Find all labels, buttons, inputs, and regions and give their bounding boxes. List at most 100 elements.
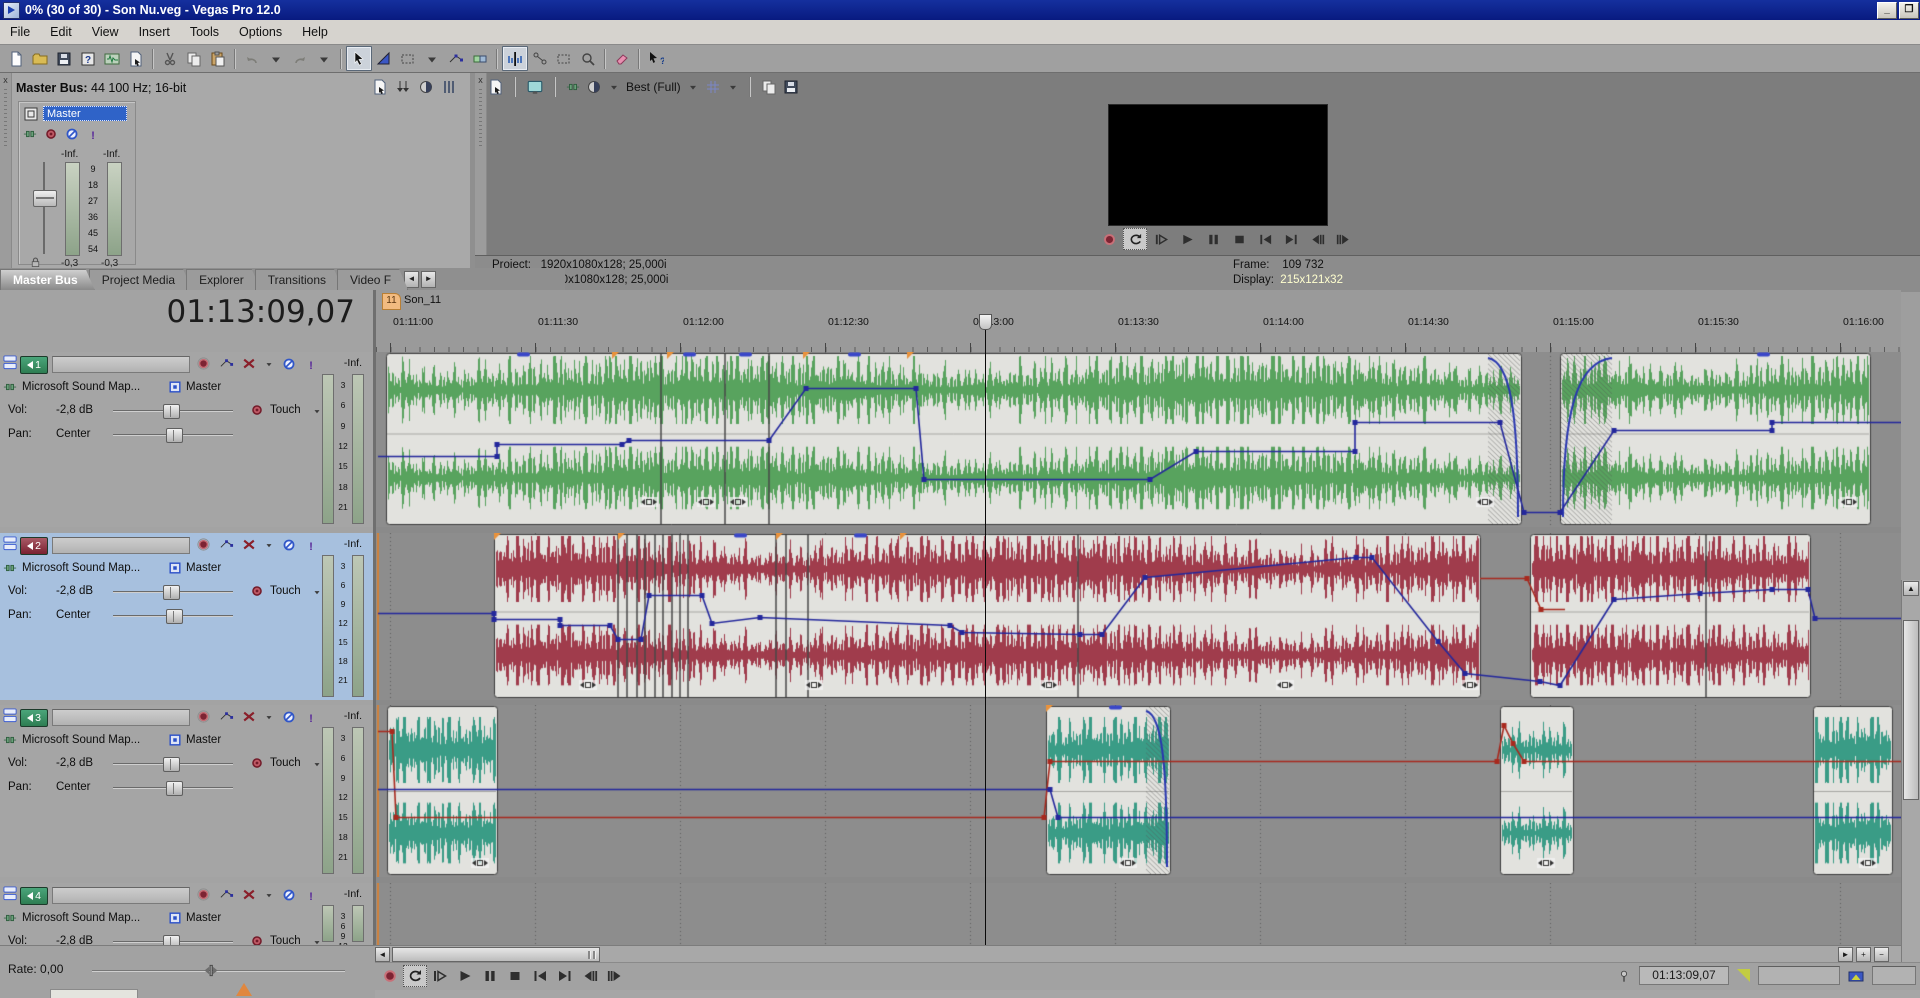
normal-edit-tool-button[interactable] [346, 46, 372, 71]
pan-slider[interactable] [113, 428, 233, 441]
menu-edit[interactable]: Edit [40, 23, 82, 41]
track-device[interactable]: Microsoft Sound Map... [22, 381, 140, 393]
vol-slider[interactable] [113, 935, 233, 945]
track-bus[interactable]: Master [186, 381, 221, 393]
marquee-select-button[interactable] [552, 47, 576, 70]
envelope-edit-tool-button[interactable] [372, 47, 396, 70]
save-project-button[interactable] [52, 47, 76, 70]
go-to-start-button[interactable] [1253, 228, 1277, 250]
horizontal-scrollbar[interactable]: ◄ ► + − [375, 945, 1901, 963]
solo-icon[interactable] [282, 888, 296, 902]
overlay-grid-button[interactable] [705, 79, 721, 95]
pan-value[interactable]: Center [56, 428, 91, 440]
mute-icon[interactable] [242, 357, 256, 371]
record-button[interactable] [378, 965, 402, 987]
vol-value[interactable]: -2,8 dB [56, 757, 93, 769]
track-4-lane[interactable] [376, 883, 1901, 945]
mute-bus-icon[interactable] [65, 127, 79, 141]
automation-mode[interactable]: Touch [270, 757, 301, 769]
cut-button[interactable] [158, 47, 182, 70]
automation-dropdown-icon[interactable] [312, 937, 322, 945]
track-4-header[interactable]: 4 ! -Inf. Microsoft Sound Map... Master … [0, 883, 373, 945]
track-device[interactable]: Microsoft Sound Map... [22, 562, 140, 574]
restore-button[interactable]: ❐ [1899, 2, 1919, 19]
selection-edit-tool-button[interactable] [396, 47, 420, 70]
phase-warning-icon[interactable]: ! [304, 710, 318, 724]
time-ruler[interactable]: 01:11:0001:11:3001:12:0001:12:3001:13:00… [376, 312, 1901, 354]
grid-dropdown[interactable] [727, 81, 739, 93]
vol-value[interactable]: -2,8 dB [56, 585, 93, 597]
mute-icon[interactable] [242, 710, 256, 724]
meter-clip-left[interactable]: -Inf. [61, 149, 78, 160]
downmix-output-button[interactable] [395, 79, 411, 95]
menu-options[interactable]: Options [229, 23, 292, 41]
track-collapse-icon[interactable] [3, 886, 18, 901]
vertical-scrollbar[interactable]: ▲ ▼ + − [1901, 580, 1920, 998]
mute-icon[interactable] [242, 888, 256, 902]
track-number-badge[interactable]: 2 [20, 537, 48, 555]
track-number-badge[interactable]: 1 [20, 356, 48, 374]
previous-frame-button[interactable] [1305, 228, 1329, 250]
tab-transitions[interactable]: Transitions [255, 269, 343, 290]
scroll-right-button[interactable]: ► [1838, 947, 1853, 962]
tab-scroll-left[interactable]: ◄ [404, 271, 419, 288]
import-media-button[interactable] [100, 47, 124, 70]
track-name-field[interactable] [52, 537, 190, 554]
save-snapshot-button[interactable] [783, 79, 799, 95]
rate-shuttle-handle[interactable] [196, 963, 226, 978]
play-from-start-button[interactable] [428, 965, 452, 987]
track-device[interactable]: Microsoft Sound Map... [22, 734, 140, 746]
zoom-in-time-button[interactable]: + [1856, 947, 1871, 962]
record-arm-icon[interactable] [196, 709, 211, 724]
cursor-handle[interactable] [979, 314, 992, 330]
paste-button[interactable] [206, 47, 230, 70]
bus-assign-icon[interactable] [168, 380, 182, 394]
loop-button[interactable] [1123, 228, 1147, 250]
project-properties-button[interactable] [124, 47, 148, 70]
stop-button[interactable] [503, 965, 527, 987]
loop-button[interactable] [403, 965, 427, 987]
record-button[interactable] [1097, 228, 1121, 250]
ignore-grouping-button[interactable] [468, 47, 492, 70]
envelope-icon[interactable] [219, 537, 234, 552]
record-arm-icon[interactable] [196, 887, 211, 902]
solo-icon[interactable] [282, 710, 296, 724]
menu-insert[interactable]: Insert [129, 23, 180, 41]
play-button[interactable] [1175, 228, 1199, 250]
marker-flag[interactable]: 11 [382, 293, 401, 310]
track-bus[interactable]: Master [186, 912, 221, 924]
vertical-scroll-thumb[interactable] [1903, 620, 1919, 800]
record-arm-icon[interactable] [196, 356, 211, 371]
mute-dropdown-icon[interactable] [264, 712, 274, 722]
mute-dropdown-icon[interactable] [264, 359, 274, 369]
pause-button[interactable] [1201, 228, 1225, 250]
cursor-time-display[interactable]: 01:13:09,07 [0, 294, 355, 344]
split-screen-button[interactable] [586, 79, 602, 95]
horizontal-scroll-thumb[interactable] [392, 947, 600, 962]
mute-icon[interactable] [242, 538, 256, 552]
mute-dropdown-icon[interactable] [264, 540, 274, 550]
menu-file[interactable]: File [0, 23, 40, 41]
pin-icon[interactable] [1617, 969, 1631, 983]
meter-clip-right[interactable]: -Inf. [103, 149, 120, 160]
track-2-header[interactable]: 2 ! -Inf. Microsoft Sound Map... Master … [0, 533, 373, 700]
bus-properties-button[interactable] [372, 79, 388, 95]
new-project-button[interactable] [4, 47, 28, 70]
event-tool-button[interactable] [528, 47, 552, 70]
automation-mode[interactable]: Touch [270, 585, 301, 597]
vol-slider[interactable] [113, 757, 233, 770]
track-2-lane[interactable] [376, 533, 1901, 700]
preview-quality-select[interactable]: Best (Full) [626, 80, 681, 94]
next-frame-button[interactable] [1331, 228, 1355, 250]
tab-project-media[interactable]: Project Media [89, 269, 192, 290]
automation-dropdown-icon[interactable] [312, 759, 322, 769]
play-button[interactable] [453, 965, 477, 987]
selection-start-field[interactable] [1758, 966, 1840, 985]
split-screen-dropdown[interactable] [608, 81, 620, 93]
track-3-header[interactable]: 3 ! -Inf. Microsoft Sound Map... Master … [0, 705, 373, 877]
automation-gear-icon[interactable] [250, 756, 264, 770]
track-name-field[interactable] [52, 887, 190, 904]
tab-scroll-right[interactable]: ► [421, 271, 436, 288]
menu-help[interactable]: Help [292, 23, 338, 41]
track-number-badge[interactable]: 3 [20, 709, 48, 727]
